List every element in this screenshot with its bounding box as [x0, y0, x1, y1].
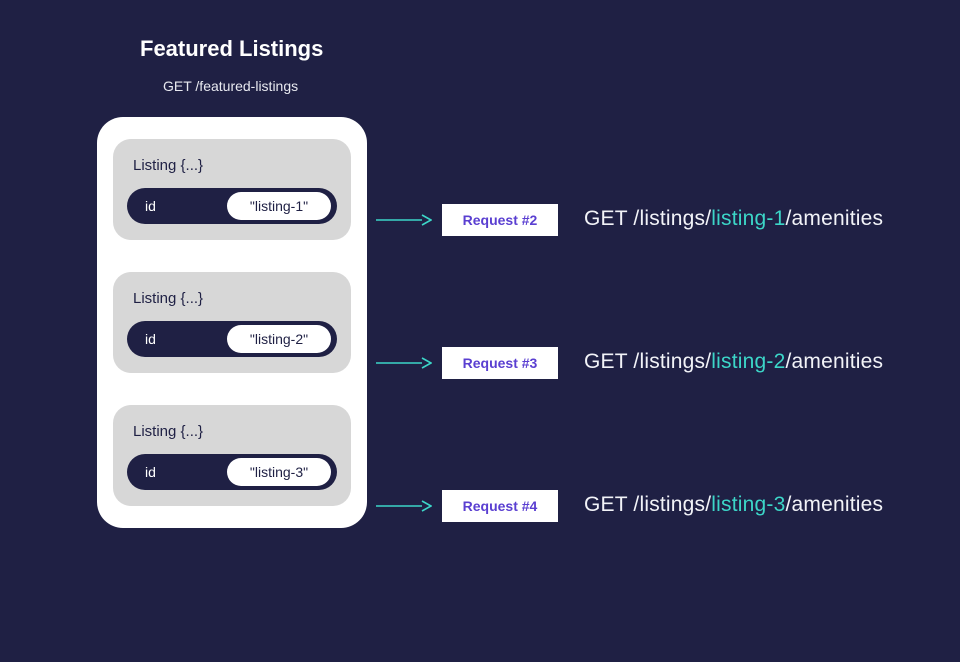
arrow-icon — [376, 214, 432, 216]
listing-card: Listing {...} id "listing-1" — [113, 139, 351, 240]
endpoint-id: listing-2 — [711, 350, 785, 373]
endpoint-subtitle: GET /featured-listings — [163, 78, 298, 94]
id-pill: id "listing-1" — [127, 188, 337, 224]
endpoint-prefix: GET /listings/ — [584, 350, 711, 373]
arrow-icon — [376, 500, 432, 502]
request-badge: Request #2 — [442, 204, 558, 236]
page-title: Featured Listings — [140, 36, 323, 62]
endpoint-text: GET /listings/listing-3/amenities — [584, 493, 883, 517]
endpoint-suffix: /amenities — [785, 493, 883, 516]
id-key: id — [145, 331, 156, 347]
endpoint-text: GET /listings/listing-1/amenities — [584, 207, 883, 231]
listing-head: Listing {...} — [133, 157, 337, 174]
request-badge: Request #3 — [442, 347, 558, 379]
endpoint-suffix: /amenities — [785, 207, 883, 230]
arrow-icon — [376, 357, 432, 359]
id-value: "listing-3" — [250, 464, 308, 480]
id-value-chip: "listing-3" — [227, 458, 331, 486]
endpoint-id: listing-3 — [711, 493, 785, 516]
id-value-chip: "listing-1" — [227, 192, 331, 220]
featured-listings-panel: Listing {...} id "listing-1" Listing {..… — [97, 117, 367, 528]
listing-card: Listing {...} id "listing-3" — [113, 405, 351, 506]
id-value-chip: "listing-2" — [227, 325, 331, 353]
id-pill: id "listing-2" — [127, 321, 337, 357]
id-key: id — [145, 464, 156, 480]
endpoint-suffix: /amenities — [785, 350, 883, 373]
endpoint-prefix: GET /listings/ — [584, 207, 711, 230]
listing-head: Listing {...} — [133, 423, 337, 440]
listing-head: Listing {...} — [133, 290, 337, 307]
listing-card: Listing {...} id "listing-2" — [113, 272, 351, 373]
id-value: "listing-1" — [250, 198, 308, 214]
id-pill: id "listing-3" — [127, 454, 337, 490]
id-value: "listing-2" — [250, 331, 308, 347]
endpoint-text: GET /listings/listing-2/amenities — [584, 350, 883, 374]
endpoint-id: listing-1 — [711, 207, 785, 230]
endpoint-prefix: GET /listings/ — [584, 493, 711, 516]
id-key: id — [145, 198, 156, 214]
request-badge: Request #4 — [442, 490, 558, 522]
